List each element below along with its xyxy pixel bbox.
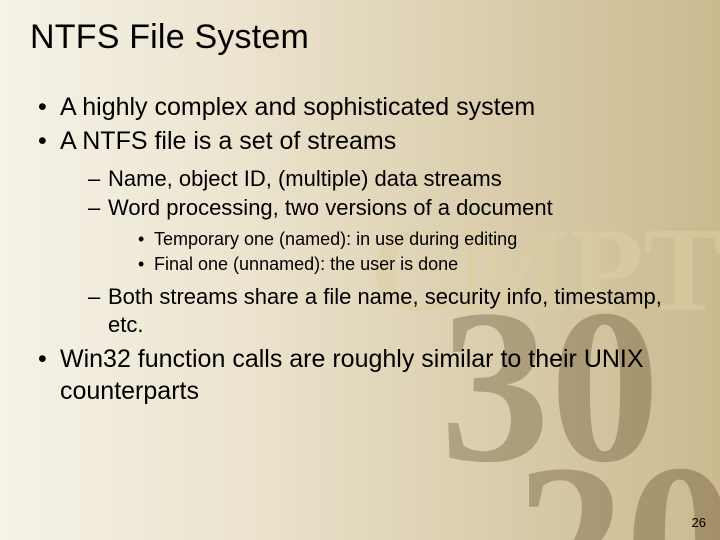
bullet-item: Win32 function calls are roughly similar… [38, 343, 690, 407]
slide-content: NTFS File System A highly complex and so… [0, 0, 720, 407]
bullet-item: Temporary one (named): in use during edi… [138, 228, 690, 252]
bullet-text: Win32 function calls are roughly similar… [60, 345, 644, 405]
bullet-text: Both streams share a file name, security… [108, 284, 662, 337]
bullet-list-level3: Temporary one (named): in use during edi… [108, 228, 690, 277]
bullet-text: Name, object ID, (multiple) data streams [108, 166, 502, 191]
bullet-list-level2: Name, object ID, (multiple) data streams… [60, 165, 690, 339]
bullet-item: A NTFS file is a set of streams Name, ob… [38, 125, 690, 339]
bullet-text: Word processing, two versions of a docum… [108, 195, 553, 220]
bullet-text: Temporary one (named): in use during edi… [154, 229, 517, 249]
bullet-text: Final one (unnamed): the user is done [154, 254, 458, 274]
page-number: 26 [692, 515, 706, 530]
bullet-item: A highly complex and sophisticated syste… [38, 91, 690, 123]
bullet-text: A NTFS file is a set of streams [60, 127, 396, 155]
bullet-item: Name, object ID, (multiple) data streams [88, 165, 690, 193]
slide-title: NTFS File System [30, 18, 690, 57]
svg-text:20: 20 [515, 419, 720, 540]
bullet-item: Word processing, two versions of a docum… [88, 194, 690, 277]
bullet-item: Both streams share a file name, security… [88, 283, 690, 339]
bullet-item: Final one (unnamed): the user is done [138, 253, 690, 277]
bullet-text: A highly complex and sophisticated syste… [60, 93, 535, 121]
bullet-list-level1: A highly complex and sophisticated syste… [30, 91, 690, 407]
